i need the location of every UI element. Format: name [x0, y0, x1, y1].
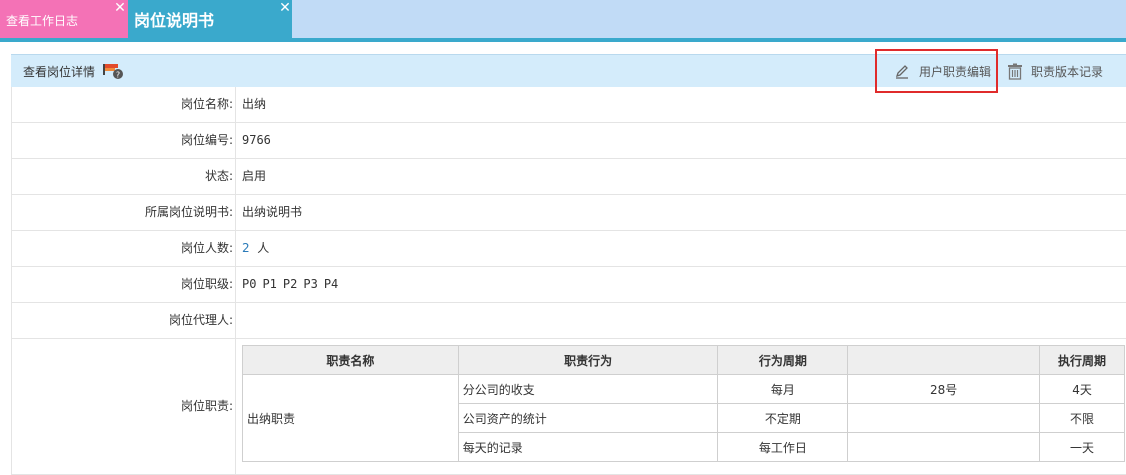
field-row-spec: 所属岗位说明书: 出纳说明书 [11, 195, 1126, 231]
duty-action: 分公司的收支 [457, 374, 719, 404]
field-value-headcount: 2 人 [242, 231, 269, 266]
column-header: 行为周期 [717, 345, 849, 375]
pencil-icon [895, 64, 908, 79]
duty-history-label: 职责版本记录 [1031, 65, 1104, 79]
field-row-proxy: 岗位代理人: [11, 303, 1126, 339]
field-label: 岗位名称: [12, 87, 236, 122]
column-header: 职责行为 [457, 345, 719, 375]
tab-bar: 查看工作日志 ✕ 岗位说明书 ✕ [0, 0, 1126, 42]
duties-table: 职责名称 职责行为 行为周期 执行周期 出纳职责 分公司的收支 每月 28号 4… [242, 345, 1125, 462]
tab-label: 岗位说明书 [134, 11, 215, 30]
duty-cycle: 每工作日 [717, 432, 849, 462]
field-label: 岗位职责: [12, 339, 236, 474]
headcount-link[interactable]: 2 [242, 241, 250, 255]
duty-day [847, 403, 1041, 433]
job-detail-form: 岗位名称: 出纳 岗位编号: 9766 状态: 启用 所属岗位说明书: 出纳说明… [11, 87, 1126, 475]
field-value-code: 9766 [242, 133, 271, 147]
field-label: 岗位职级: [12, 267, 236, 302]
duty-exec: 4天 [1039, 374, 1125, 404]
grade-item: P2 [282, 277, 298, 291]
field-row-status: 状态: 启用 [11, 159, 1126, 195]
close-icon[interactable]: ✕ [113, 1, 127, 15]
duty-exec: 一天 [1039, 432, 1125, 462]
tab-job-description[interactable]: 岗位说明书 ✕ [128, 0, 292, 42]
duty-cycle: 不定期 [717, 403, 849, 433]
duty-day [847, 432, 1041, 462]
field-value-grade: P0 P1 P2 P3 P4 [242, 267, 344, 302]
tab-work-log[interactable]: 查看工作日志 ✕ [0, 0, 128, 38]
duty-action: 公司资产的统计 [457, 403, 719, 433]
field-label: 状态: [12, 159, 236, 194]
grade-item: P0 [242, 277, 257, 291]
duty-history-button[interactable]: 职责版本记录 [1005, 55, 1115, 88]
grade-item: P3 [303, 277, 318, 291]
field-row-code: 岗位编号: 9766 [11, 123, 1126, 159]
edit-duties-label: 用户职责编辑 [919, 65, 992, 79]
duty-exec: 不限 [1039, 403, 1125, 433]
edit-duties-button[interactable]: 用户职责编辑 [881, 55, 993, 88]
table-header-row: 职责名称 职责行为 行为周期 执行周期 [242, 345, 1125, 375]
field-value-name: 出纳 [242, 97, 267, 111]
field-label: 岗位人数: [12, 231, 236, 266]
duty-action: 每天的记录 [457, 432, 719, 462]
duty-cycle: 每月 [717, 374, 849, 404]
duty-group-name: 出纳职责 [242, 374, 459, 462]
table-row: 出纳职责 分公司的收支 每月 28号 4天 [242, 374, 1125, 462]
field-value-status: 启用 [242, 169, 267, 183]
field-label: 岗位编号: [12, 123, 236, 158]
field-label: 岗位代理人: [12, 303, 236, 338]
svg-text:?: ? [116, 71, 120, 80]
panel-title: 查看岗位详情 [23, 65, 96, 79]
column-header [847, 345, 1041, 375]
headcount-unit: 人 [257, 241, 270, 255]
grade-item: P1 [262, 277, 277, 291]
close-icon[interactable]: ✕ [278, 1, 292, 15]
panel-header: 查看岗位详情 ? 用户职责编辑 职责版本记录 [11, 54, 1126, 87]
tab-label: 查看工作日志 [6, 14, 79, 28]
field-label: 所属岗位说明书: [12, 195, 236, 230]
field-value-spec: 出纳说明书 [242, 205, 303, 219]
field-row-name: 岗位名称: 出纳 [11, 87, 1126, 123]
field-row-duties: 岗位职责: 职责名称 职责行为 行为周期 执行周期 出纳职责 分公司的收支 每月 [11, 339, 1126, 475]
field-row-grade: 岗位职级: P0 P1 P2 P3 P4 [11, 267, 1126, 303]
duty-day: 28号 [847, 374, 1041, 404]
grade-item: P4 [323, 277, 339, 291]
column-header: 执行周期 [1039, 345, 1125, 375]
help-flag-icon[interactable]: ? [102, 62, 124, 80]
field-row-headcount: 岗位人数: 2 人 [11, 231, 1126, 267]
column-header: 职责名称 [242, 345, 459, 375]
trash-icon [1008, 63, 1022, 80]
